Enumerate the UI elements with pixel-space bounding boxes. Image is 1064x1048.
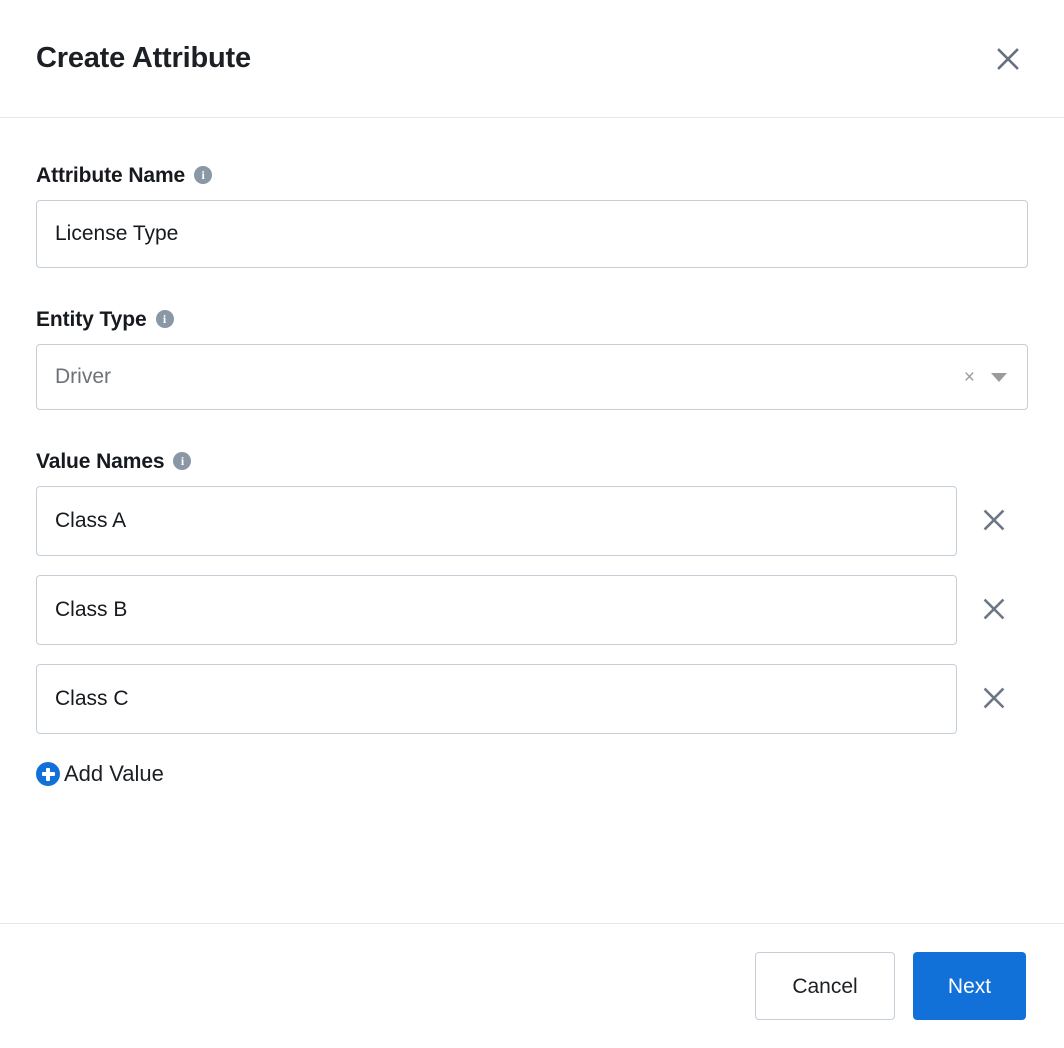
attribute-name-field: Attribute Name i bbox=[36, 164, 1028, 268]
clear-selection-button[interactable]: × bbox=[960, 368, 985, 387]
value-input[interactable] bbox=[36, 664, 957, 734]
value-names-list bbox=[36, 486, 1028, 734]
info-icon[interactable]: i bbox=[194, 166, 213, 184]
value-row bbox=[36, 575, 1028, 645]
chevron-down-icon[interactable] bbox=[991, 372, 1007, 382]
value-names-label: Value Names i bbox=[36, 450, 1028, 474]
remove-value-button[interactable] bbox=[963, 669, 1025, 729]
modal-body: Attribute Name i Entity Type i Driver × bbox=[0, 118, 1064, 923]
attribute-name-input[interactable] bbox=[36, 200, 1028, 268]
remove-value-button[interactable] bbox=[963, 580, 1025, 640]
close-icon bbox=[979, 505, 1009, 538]
add-value-button[interactable]: Add Value bbox=[36, 761, 164, 787]
close-button[interactable] bbox=[986, 37, 1030, 81]
value-input[interactable] bbox=[36, 486, 957, 556]
cancel-button[interactable]: Cancel bbox=[755, 952, 895, 1020]
value-row bbox=[36, 664, 1028, 734]
next-button[interactable]: Next bbox=[913, 952, 1026, 1020]
attribute-name-label-text: Attribute Name bbox=[36, 164, 186, 187]
value-names-label-text: Value Names bbox=[36, 450, 165, 473]
remove-value-button[interactable] bbox=[963, 491, 1025, 551]
entity-type-field: Entity Type i Driver × bbox=[36, 308, 1028, 410]
attribute-name-label: Attribute Name i bbox=[36, 164, 1028, 188]
plus-circle-icon bbox=[36, 762, 60, 786]
entity-type-selected-value: Driver bbox=[55, 365, 111, 388]
close-icon bbox=[979, 683, 1009, 716]
modal-header: Create Attribute bbox=[0, 0, 1064, 118]
entity-type-select-wrapper: Driver × bbox=[36, 344, 1028, 410]
entity-type-label-text: Entity Type bbox=[36, 308, 147, 331]
info-icon[interactable]: i bbox=[155, 310, 174, 328]
info-icon[interactable]: i bbox=[173, 452, 192, 470]
entity-type-select[interactable]: Driver × bbox=[36, 344, 1028, 410]
close-icon bbox=[979, 594, 1009, 627]
value-names-field: Value Names i Class A Class B Class C Ad… bbox=[36, 450, 1028, 791]
entity-type-label: Entity Type i bbox=[36, 308, 1028, 332]
create-attribute-modal: Create Attribute Attribute Name i Entity… bbox=[0, 0, 1064, 1048]
page-title: Create Attribute bbox=[36, 42, 251, 75]
close-icon bbox=[993, 44, 1023, 74]
add-value-label: Add Value bbox=[64, 761, 164, 786]
value-row bbox=[36, 486, 1028, 556]
modal-footer: Cancel Next bbox=[0, 923, 1064, 1048]
value-input[interactable] bbox=[36, 575, 957, 645]
